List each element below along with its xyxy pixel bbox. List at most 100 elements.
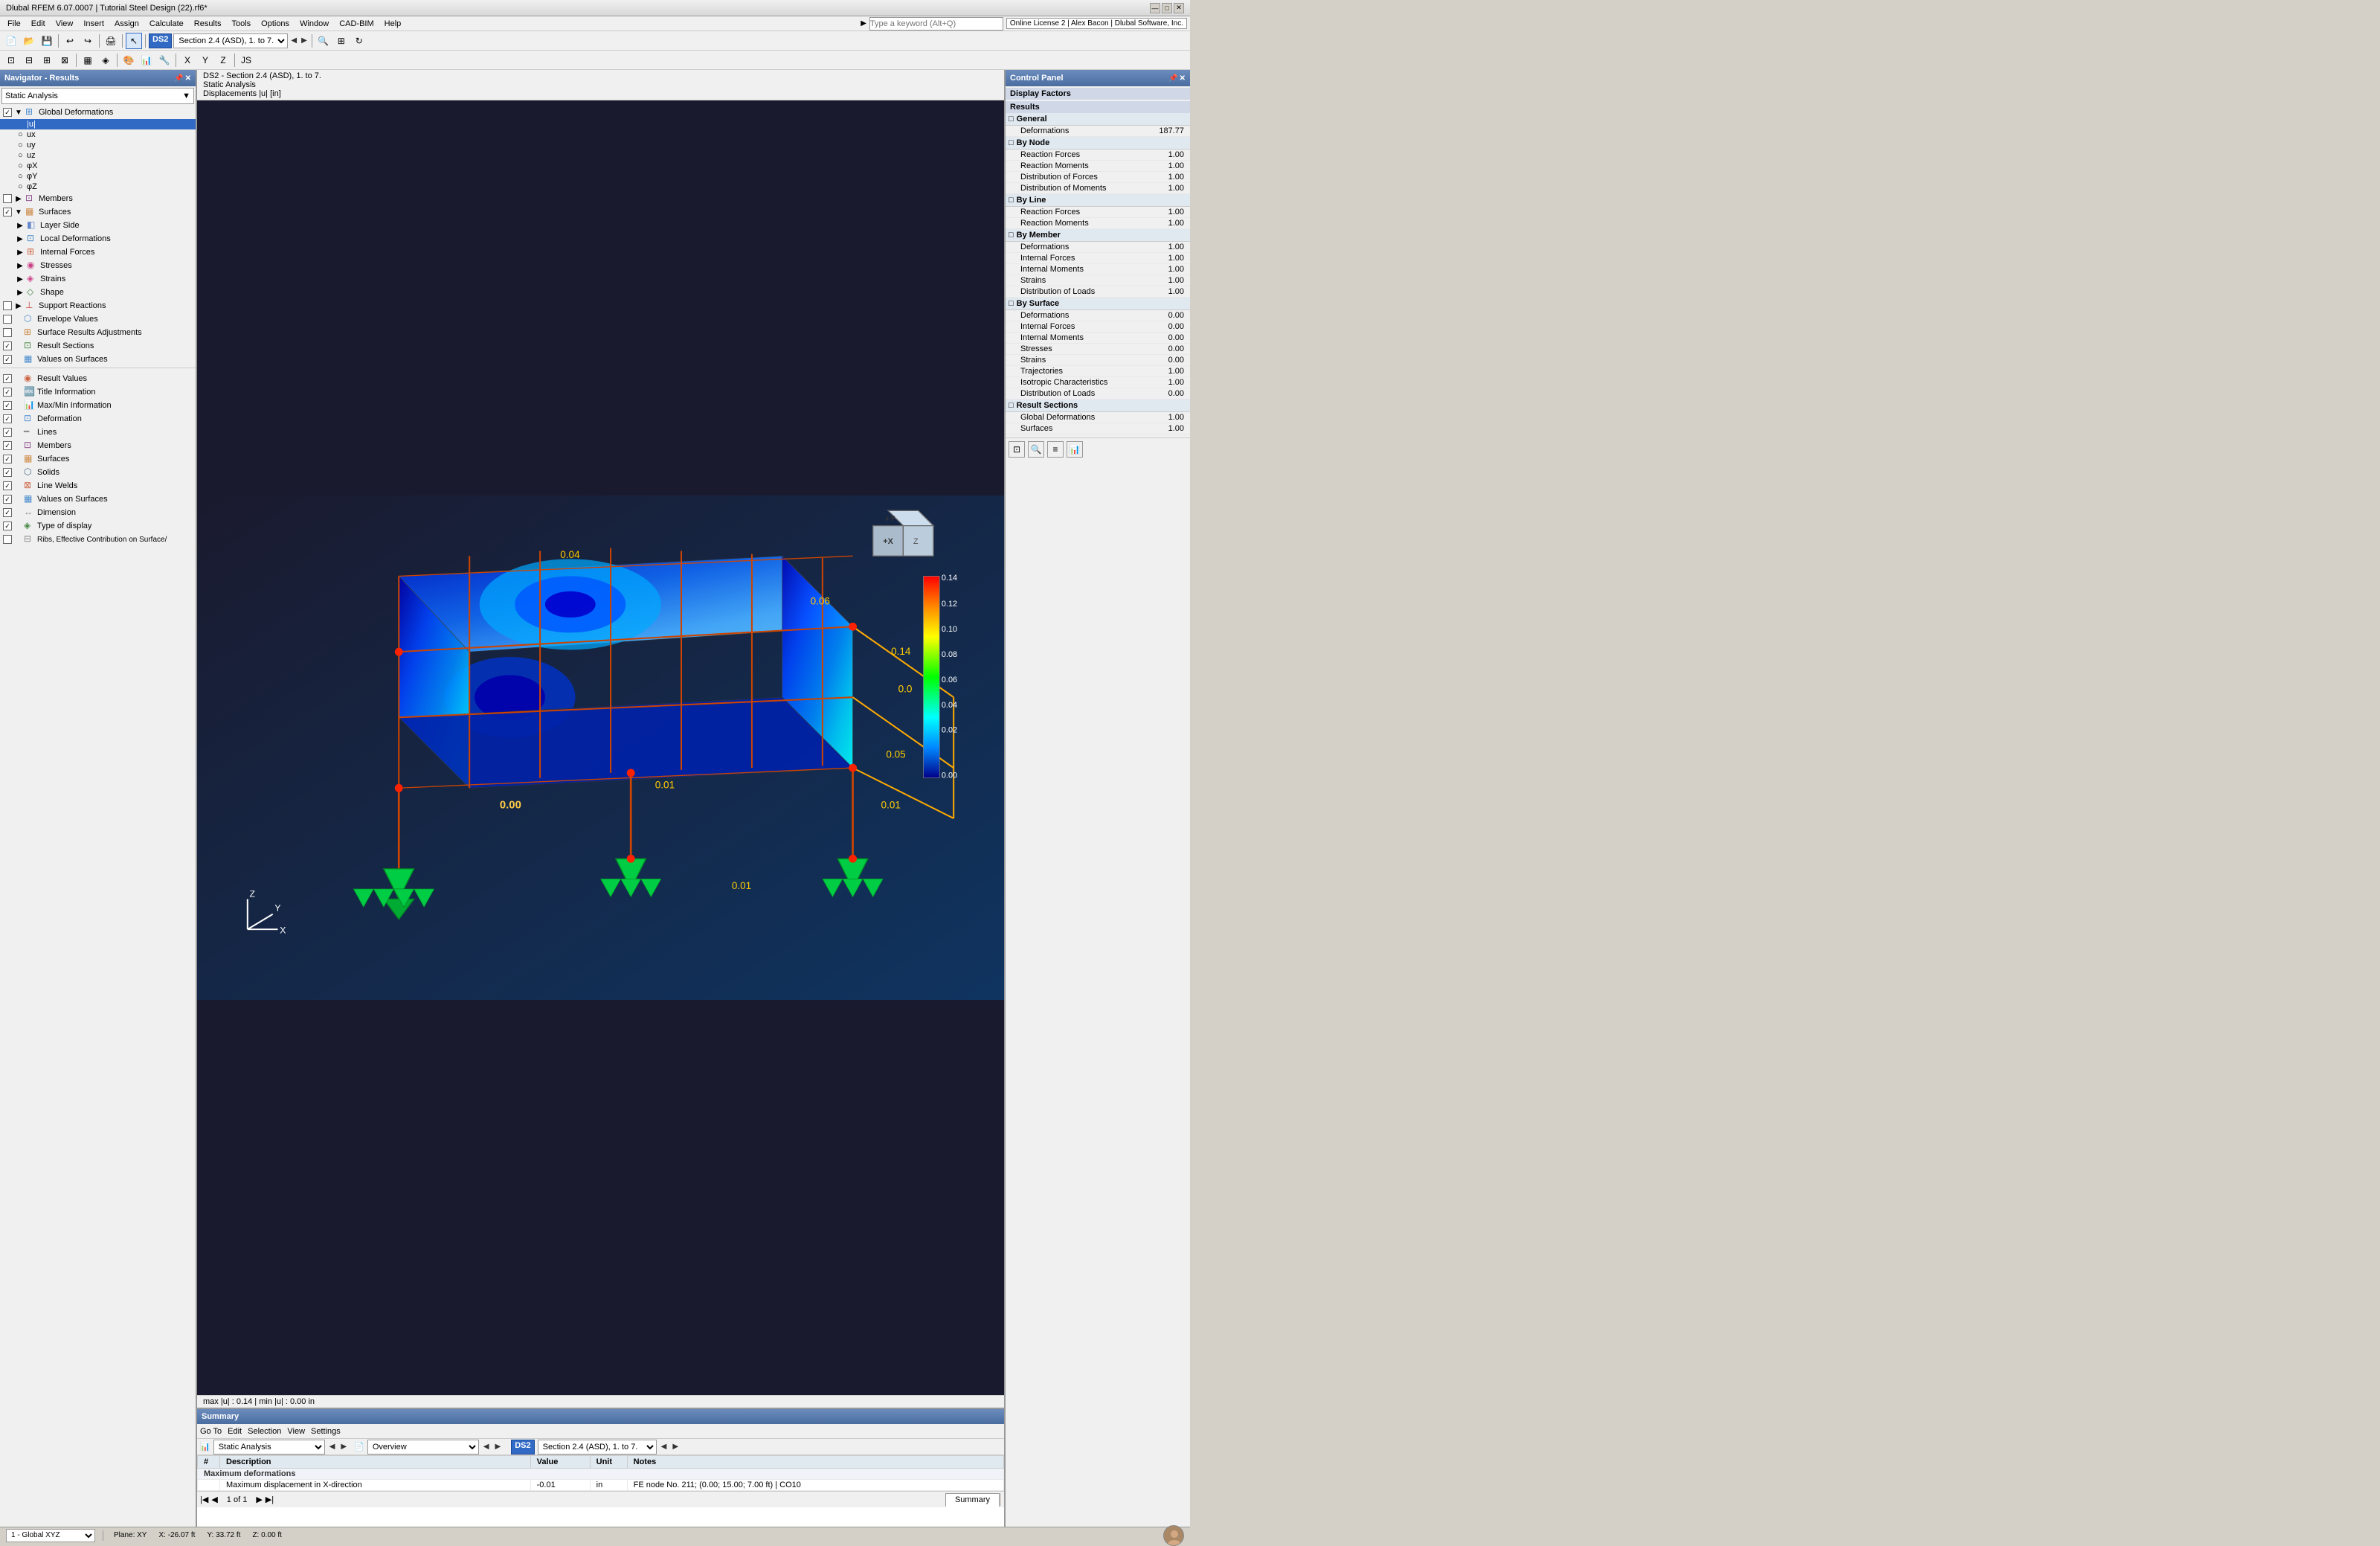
radio-ux[interactable]: ○ xyxy=(18,130,27,139)
viewport-canvas[interactable]: X Y Z xyxy=(197,100,1004,1395)
coord-system-select[interactable]: 1 - Global XYZ xyxy=(6,1529,95,1542)
expand-global-deformations[interactable]: ▼ xyxy=(14,108,23,117)
tree-item-dimension[interactable]: ↔ Dimension xyxy=(0,506,196,519)
tb2-11[interactable]: Y xyxy=(197,52,213,68)
summary-settings[interactable]: Settings xyxy=(311,1427,341,1436)
cp-pin-btn[interactable]: 📌 xyxy=(1168,74,1177,83)
tree-item-local-deformations[interactable]: ▶ ⊡ Local Deformations xyxy=(0,232,196,246)
tb2-2[interactable]: ⊟ xyxy=(21,52,37,68)
tree-item-result-sections[interactable]: ⊡ Result Sections xyxy=(0,339,196,353)
expand-stresses[interactable]: ▶ xyxy=(16,261,25,270)
first-page-btn[interactable]: |◀ xyxy=(200,1495,208,1504)
tree-item-members-nav[interactable]: ⊡ Members xyxy=(0,439,196,452)
new-btn[interactable]: 📄 xyxy=(3,33,19,49)
tree-item-uz[interactable]: ○ uz xyxy=(0,150,196,161)
cp-action-1[interactable]: ⊡ xyxy=(1009,441,1025,458)
tb2-9[interactable]: 🔧 xyxy=(156,52,173,68)
tree-item-solids[interactable]: ⬡ Solids xyxy=(0,466,196,479)
cp-bymember-header[interactable]: □ By Member xyxy=(1006,229,1190,242)
checkbox-members[interactable] xyxy=(3,194,12,203)
tree-item-surfaces-nav[interactable]: ▦ Surfaces xyxy=(0,452,196,466)
cp-bysurface-header[interactable]: □ By Surface xyxy=(1006,298,1190,310)
minimize-btn[interactable]: — xyxy=(1150,3,1160,13)
tb2-6[interactable]: ◈ xyxy=(97,52,114,68)
checkbox-deformation[interactable] xyxy=(3,414,12,423)
expand-shape[interactable]: ▶ xyxy=(16,288,25,297)
tree-item-ux[interactable]: ○ ux xyxy=(0,129,196,140)
menu-help[interactable]: Help xyxy=(380,18,406,30)
close-btn[interactable]: ✕ xyxy=(1174,3,1184,13)
zoom-btn[interactable]: 🔍 xyxy=(315,33,332,49)
redo-btn[interactable]: ↪ xyxy=(80,33,96,49)
summary-goto[interactable]: Go To xyxy=(200,1427,222,1436)
cp-action-4[interactable]: 📊 xyxy=(1067,441,1083,458)
tree-item-type-of-display[interactable]: ◈ Type of display xyxy=(0,519,196,533)
radio-u[interactable]: ● xyxy=(18,120,27,129)
keyword-search[interactable] xyxy=(869,17,1003,31)
summary-prev-btn[interactable]: ◀ xyxy=(328,1441,337,1452)
maximize-btn[interactable]: □ xyxy=(1162,3,1172,13)
summary-section-prev[interactable]: ◀ xyxy=(660,1441,669,1452)
last-page-btn[interactable]: ▶| xyxy=(266,1495,274,1504)
menu-calculate[interactable]: Calculate xyxy=(145,18,188,30)
nav-dropdown[interactable]: Static Analysis ▼ xyxy=(1,88,194,104)
tree-item-lines-nav[interactable]: ━ Lines xyxy=(0,426,196,439)
checkbox-members-nav[interactable] xyxy=(3,441,12,450)
tree-item-support-reactions[interactable]: ▶ ⊥ Support Reactions xyxy=(0,299,196,312)
checkbox-values-on-surfaces2[interactable] xyxy=(3,495,12,504)
menu-tools[interactable]: Tools xyxy=(227,18,255,30)
expand-internal-forces[interactable]: ▶ xyxy=(16,248,25,257)
tree-item-global-deformations[interactable]: ▼ ⊞ Global Deformations xyxy=(0,106,196,119)
expand-surfaces[interactable]: ▼ xyxy=(14,208,23,216)
tree-item-shape[interactable]: ▶ ◇ Shape xyxy=(0,286,196,299)
tree-item-u[interactable]: ● |u| xyxy=(0,119,196,129)
tree-item-result-values[interactable]: ◉ Result Values xyxy=(0,372,196,385)
select-btn[interactable]: ↖ xyxy=(126,33,142,49)
menu-file[interactable]: File xyxy=(3,18,25,30)
checkbox-title-information[interactable] xyxy=(3,388,12,397)
tree-item-values-on-surfaces[interactable]: ▦ Values on Surfaces xyxy=(0,353,196,366)
summary-selection[interactable]: Selection xyxy=(248,1427,281,1436)
prev-page-btn[interactable]: ◀ xyxy=(211,1495,217,1504)
menu-results[interactable]: Results xyxy=(190,18,226,30)
checkbox-support-reactions[interactable] xyxy=(3,301,12,310)
checkbox-lines-nav[interactable] xyxy=(3,428,12,437)
tree-item-envelope-values[interactable]: ⬡ Envelope Values xyxy=(0,312,196,326)
checkbox-surfaces-nav[interactable] xyxy=(3,455,12,464)
menu-cad-bim[interactable]: CAD-BIM xyxy=(335,18,378,30)
tree-item-members[interactable]: ▶ ⊡ Members xyxy=(0,192,196,205)
checkbox-ribs[interactable] xyxy=(3,535,12,544)
tree-item-uy[interactable]: ○ uy xyxy=(0,140,196,150)
zoom-all-btn[interactable]: ⊞ xyxy=(333,33,350,49)
radio-uy[interactable]: ○ xyxy=(18,141,27,150)
next-section-btn[interactable]: ▶ xyxy=(300,35,309,46)
menu-assign[interactable]: Assign xyxy=(110,18,144,30)
summary-edit[interactable]: Edit xyxy=(228,1427,242,1436)
cp-byline-header[interactable]: □ By Line xyxy=(1006,194,1190,207)
checkbox-surfaces[interactable] xyxy=(3,208,12,216)
checkbox-maxmin-information[interactable] xyxy=(3,401,12,410)
rotate-btn[interactable]: ↻ xyxy=(351,33,367,49)
tree-item-deformation[interactable]: ⊡ Deformation xyxy=(0,412,196,426)
checkbox-result-sections[interactable] xyxy=(3,341,12,350)
cp-general-header[interactable]: □ General xyxy=(1006,113,1190,126)
tree-item-values-on-surfaces2[interactable]: ▦ Values on Surfaces xyxy=(0,493,196,506)
cp-close-btn[interactable]: ✕ xyxy=(1180,74,1186,83)
menu-options[interactable]: Options xyxy=(257,18,294,30)
print-btn[interactable]: 🖨 xyxy=(103,33,119,49)
expand-local-deformations[interactable]: ▶ xyxy=(16,234,25,243)
nav-pin-btn[interactable]: 📌 xyxy=(174,74,183,83)
tree-item-line-welds[interactable]: ⊠ Line Welds xyxy=(0,479,196,493)
radio-phix[interactable]: ○ xyxy=(18,161,27,170)
checkbox-result-values[interactable] xyxy=(3,374,12,383)
summary-view[interactable]: View xyxy=(287,1427,305,1436)
expand-support-reactions[interactable]: ▶ xyxy=(14,301,23,310)
tb2-3[interactable]: ⊞ xyxy=(39,52,55,68)
checkbox-global-deformations[interactable] xyxy=(3,108,12,117)
tree-item-phiz[interactable]: ○ φZ xyxy=(0,182,196,192)
radio-phiy[interactable]: ○ xyxy=(18,172,27,181)
section-combo[interactable]: Section 2.4 (ASD), 1. to 7. xyxy=(173,33,288,48)
cp-action-3[interactable]: ≡ xyxy=(1047,441,1064,458)
prev-section-btn[interactable]: ◀ xyxy=(289,35,298,46)
summary-next-btn[interactable]: ▶ xyxy=(339,1441,348,1452)
